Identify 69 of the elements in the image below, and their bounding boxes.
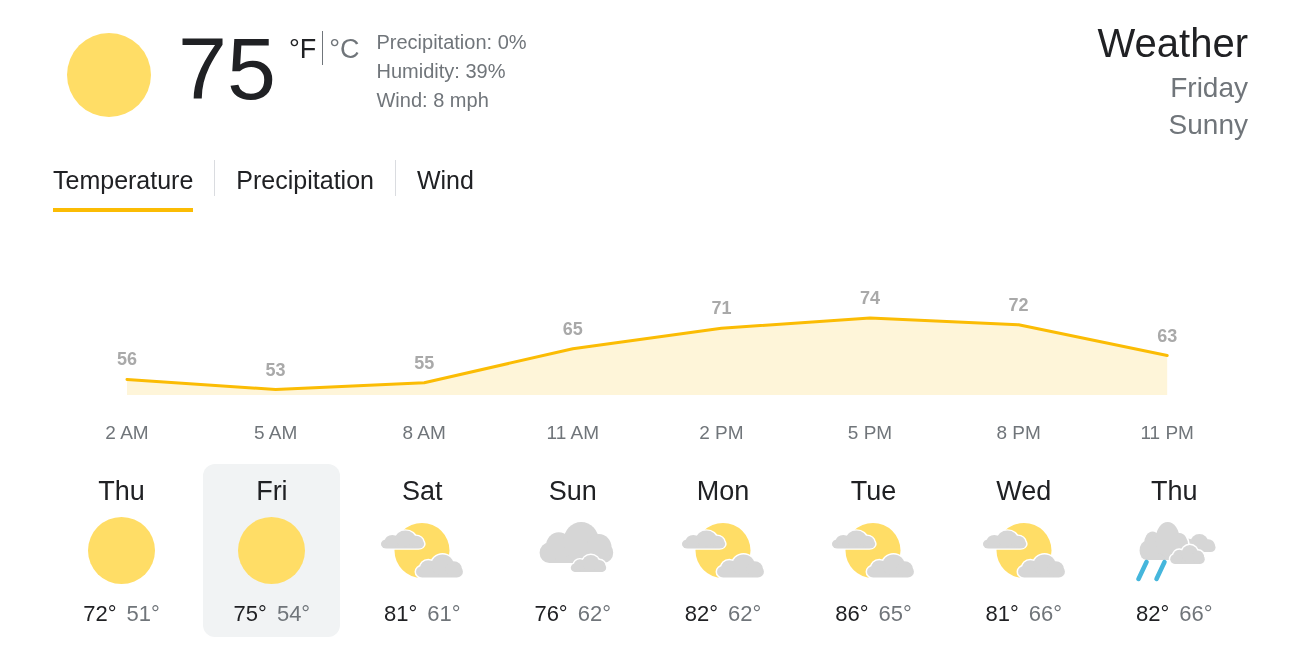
weather-detail: Precipitation: 0% (376, 30, 527, 55)
low-temperature: 66° (1028, 601, 1063, 627)
temperature-label: 71 (711, 298, 732, 319)
sun-icon (88, 516, 155, 584)
high-temperature: 82° (1135, 601, 1170, 627)
high-temperature: 82° (684, 601, 719, 627)
day-card[interactable]: Tue 86° 65° (804, 464, 942, 637)
high-temperature: 76° (534, 601, 568, 627)
time-label: 5 PM (847, 422, 893, 443)
time-label: 11 AM (546, 422, 600, 443)
day-card[interactable]: Sat 81° 61° (353, 464, 491, 637)
temperature-label: 53 (265, 359, 286, 380)
sun-behind-clouds-icon (981, 522, 1066, 578)
high-temperature: 81° (985, 601, 1019, 627)
low-temperature: 51° (126, 601, 160, 627)
low-temperature: 65° (878, 601, 912, 627)
sun-behind-clouds-icon (831, 522, 916, 578)
low-temperature: 61° (427, 601, 461, 627)
day-name: Thu (1150, 475, 1198, 507)
time-label: 2 AM (105, 422, 149, 443)
low-temperature: 62° (577, 601, 611, 627)
weather-detail: Humidity: 39% (376, 59, 507, 84)
condition-label: Sunny (1167, 108, 1248, 142)
high-temperature: 75° (233, 601, 267, 627)
time-label: 2 PM (699, 422, 744, 443)
sun-icon (238, 516, 306, 584)
day-name: Sun (548, 475, 597, 507)
day-name: Tue (850, 475, 897, 507)
low-temperature: 54° (276, 601, 311, 627)
day-card[interactable]: Sun 76° 62° (504, 464, 642, 637)
time-label: 8 AM (402, 422, 446, 443)
rain-cloud-icon (1135, 522, 1217, 582)
day-name: Mon (696, 475, 750, 507)
day-card[interactable]: Mon 82° 62° (654, 464, 792, 637)
temperature-label: 72 (1008, 294, 1029, 315)
temperature-label: 63 (1157, 325, 1178, 346)
tab[interactable]: Wind (416, 165, 474, 212)
clouds-icon (537, 522, 615, 572)
day-label: Friday (1169, 71, 1248, 105)
day-name: Fri (256, 475, 288, 507)
day-card[interactable]: Fri 75° 54° (203, 464, 341, 637)
day-name: Sat (402, 475, 443, 507)
day-name: Wed (996, 475, 1052, 507)
low-temperature: 66° (1179, 601, 1213, 627)
high-temperature: 86° (835, 601, 869, 627)
temperature-label: 65 (562, 318, 583, 339)
sun-behind-clouds-icon (681, 522, 766, 578)
time-label: 11 PM (1140, 422, 1194, 443)
sun-icon (67, 33, 151, 117)
day-card[interactable]: Wed 81° 66° (955, 464, 1093, 637)
day-card[interactable]: Thu 82° 66° (1105, 464, 1243, 637)
temperature-label: 56 (117, 349, 137, 370)
unit-toggle[interactable]: °F (288, 33, 317, 65)
high-temperature: 72° (83, 601, 117, 627)
current-temperature: 75 (178, 25, 276, 113)
temperature-label: 55 (414, 352, 435, 373)
unit-toggle[interactable]: °C (329, 33, 360, 65)
weather-detail: Wind: 8 mph (376, 88, 490, 113)
time-label: 5 AM (253, 422, 298, 443)
time-label: 8 PM (996, 422, 1041, 443)
sun-behind-clouds-icon (380, 522, 465, 578)
tab[interactable]: Temperature (53, 165, 194, 212)
high-temperature: 81° (384, 601, 418, 627)
temperature-label: 74 (860, 288, 880, 308)
tab[interactable]: Precipitation (236, 165, 374, 212)
day-card[interactable]: Thu 72° 51° (53, 464, 190, 637)
day-name: Thu (98, 475, 145, 507)
weather-title: Weather (1097, 21, 1248, 65)
low-temperature: 62° (728, 601, 762, 627)
